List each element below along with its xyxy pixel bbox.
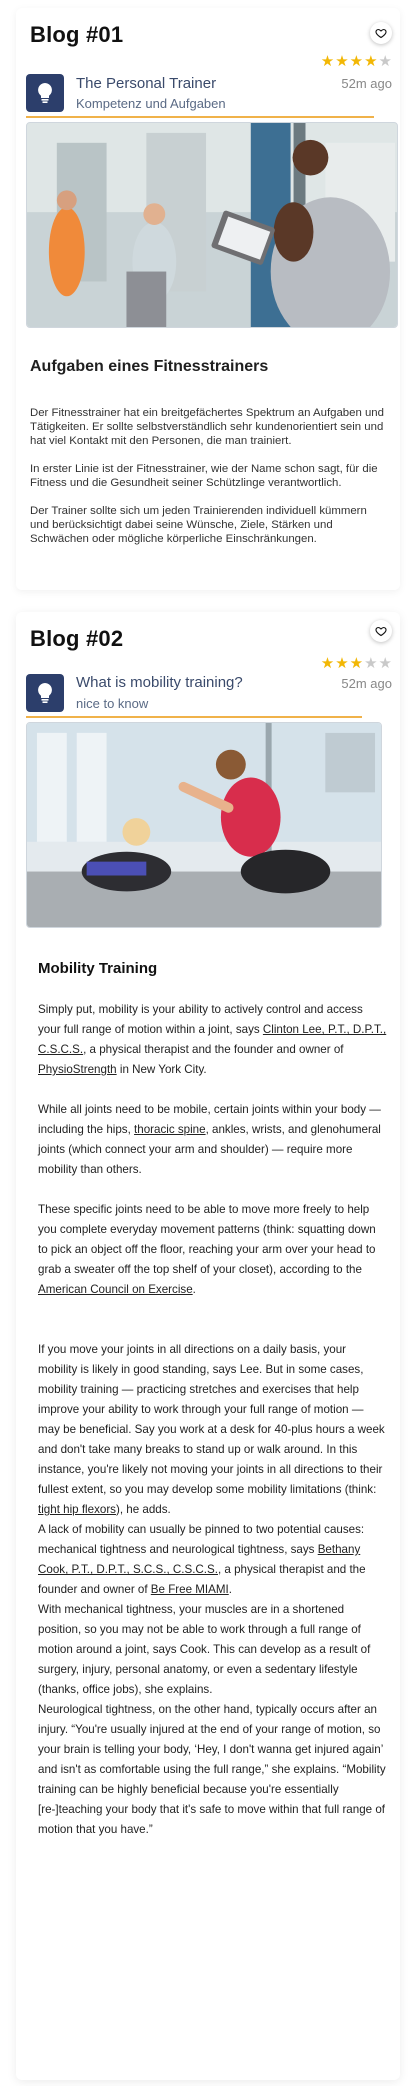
blog-card-1: Blog #01 ★ ★ ★ ★ ★ 52m ago The Personal … xyxy=(16,8,400,590)
accent-divider xyxy=(26,716,362,718)
post-image-mobility xyxy=(26,722,382,928)
lightbulb-icon xyxy=(38,683,52,703)
link-physiostrength[interactable]: PhysioStrength xyxy=(38,1063,117,1076)
paragraph: While all joints need to be mobile, cert… xyxy=(38,1100,388,1180)
star-icon: ★ xyxy=(335,655,349,672)
star-icon: ★ xyxy=(335,53,349,70)
favorite-button[interactable] xyxy=(370,620,392,642)
author-avatar[interactable] xyxy=(26,674,64,712)
star-icon: ★ xyxy=(320,53,335,70)
post-subtitle: nice to know xyxy=(76,696,149,711)
star-icon: ★ xyxy=(320,655,335,672)
text: If you move your joints in all direction… xyxy=(38,1343,385,1496)
paragraph: Der Trainer sollte sich um jeden Trainie… xyxy=(30,505,367,545)
paragraph: Simply put, mobility is your ability to … xyxy=(38,1000,388,1080)
rating-stars: ★ ★ ★ ★ ★ xyxy=(321,54,392,69)
text: in New York City. xyxy=(116,1063,207,1076)
accent-divider xyxy=(26,116,374,118)
post-time: 52m ago xyxy=(341,76,392,91)
paragraph: Der Fitnesstrainer hat ein breitgefächer… xyxy=(30,407,384,447)
star-icon: ★ xyxy=(378,53,392,70)
article-title: Aufgaben eines Fitnesstrainers xyxy=(30,358,269,375)
link-american-council-on-exercise[interactable]: American Council on Exercise xyxy=(38,1283,193,1296)
blog-heading: Blog #02 xyxy=(30,626,124,651)
link-tight-hip-flexors[interactable]: tight hip flexors xyxy=(38,1503,116,1516)
article-body: Simply put, mobility is your ability to … xyxy=(38,1000,388,1840)
paragraph: A lack of mobility can usually be pinned… xyxy=(38,1520,388,1600)
post-image-trainer xyxy=(26,122,398,328)
text: These specific joints need to be able to… xyxy=(38,1203,376,1276)
blog-heading: Blog #01 xyxy=(30,22,124,47)
article-body: Der Fitnesstrainer hat ein breitgefächer… xyxy=(30,406,386,560)
star-icon: ★ xyxy=(349,53,364,70)
article-title: Mobility Training xyxy=(38,960,158,977)
paragraph: These specific joints need to be able to… xyxy=(38,1200,388,1300)
paragraph: In erster Linie ist der Fitnesstrainer, … xyxy=(30,463,378,489)
star-icon: ★ xyxy=(349,655,364,672)
heart-icon xyxy=(375,626,387,637)
paragraph: Neurological tightness, on the other han… xyxy=(38,1703,386,1836)
paragraph: If you move your joints in all direction… xyxy=(38,1340,388,1520)
lightbulb-icon xyxy=(38,83,52,103)
text: , a physical therapist and the founder a… xyxy=(83,1043,344,1056)
text: A lack of mobility can usually be pinned… xyxy=(38,1523,365,1556)
link-thoracic-spine[interactable]: thoracic spine xyxy=(134,1123,206,1136)
text: ), he adds. xyxy=(115,1503,171,1516)
post-subtitle: Kompetenz und Aufgaben xyxy=(76,96,226,111)
link-be-free-miami[interactable]: Be Free MIAMI xyxy=(151,1583,229,1596)
star-icon: ★ xyxy=(364,53,378,70)
text: . xyxy=(228,1583,232,1596)
heart-icon xyxy=(375,28,387,39)
rating-stars: ★ ★ ★ ★ ★ xyxy=(321,656,392,671)
star-icon: ★ xyxy=(364,655,378,672)
post-time: 52m ago xyxy=(341,676,392,691)
post-title[interactable]: The Personal Trainer xyxy=(76,75,216,92)
star-icon: ★ xyxy=(378,655,392,672)
paragraph: With mechanical tightness, your muscles … xyxy=(38,1603,371,1696)
favorite-button[interactable] xyxy=(370,22,392,44)
blog-card-2: Blog #02 ★ ★ ★ ★ ★ 52m ago What is mobil… xyxy=(16,612,400,2080)
text: . xyxy=(192,1283,196,1296)
post-title[interactable]: What is mobility training? xyxy=(76,674,243,691)
author-avatar[interactable] xyxy=(26,74,64,112)
